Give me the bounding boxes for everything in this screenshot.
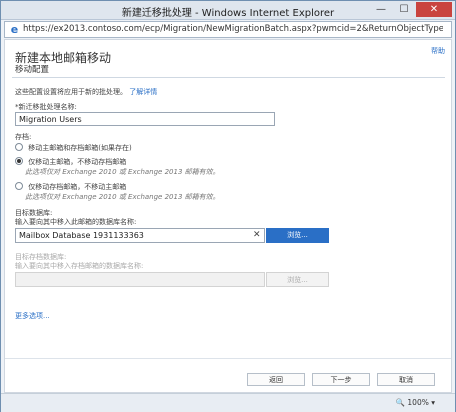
archive-db-input (15, 272, 265, 287)
close-button[interactable]: ✕ (416, 2, 452, 17)
radio-button-checked[interactable] (15, 157, 23, 165)
back-button[interactable]: 返回 (247, 373, 305, 386)
archive-db-hint: 输入要向其中移入存档邮箱的数据库名称: (15, 262, 144, 270)
radio-option-2[interactable]: 仅移动主邮箱，不移动存档邮箱 (15, 157, 126, 167)
status-bar: 🔍 100% ▾ (1, 393, 455, 412)
radio-option-2-note: 此选项仅对 Exchange 2010 或 Exchange 2013 邮箱有效… (25, 168, 220, 176)
target-db-browse-button[interactable]: 浏览... (266, 228, 329, 243)
more-options-link[interactable]: 更多选项... (15, 311, 50, 321)
radio-button[interactable] (15, 182, 23, 190)
footer-divider (5, 358, 451, 359)
address-bar[interactable]: e https://ex2013.contoso.com/ecp/Migrati… (4, 21, 452, 38)
address-url[interactable]: https://ex2013.contoso.com/ecp/Migration… (23, 24, 443, 34)
batch-name-label: *新迁移批处理名称: (15, 103, 77, 111)
help-link[interactable]: 帮助 (431, 46, 445, 56)
batch-name-input[interactable]: Migration Users (15, 112, 275, 126)
archive-db-browse-button: 浏览... (266, 272, 329, 287)
target-db-hint: 输入要向其中移入此邮箱的数据库名称: (15, 218, 137, 226)
clear-icon[interactable]: ✕ (253, 230, 261, 240)
next-button[interactable]: 下一步 (312, 373, 370, 386)
learn-more-link[interactable]: 了解详情 (129, 88, 157, 96)
archive-label: 存档: (15, 133, 32, 141)
maximize-button[interactable]: ☐ (393, 2, 415, 17)
radio-option-1-label: 移动主邮箱和存档邮箱(如果存在) (28, 144, 132, 152)
radio-button[interactable] (15, 143, 23, 151)
browser-window: 新建迁移批处理 - Windows Internet Explorer — ☐ … (0, 0, 456, 412)
ie-icon: e (10, 23, 19, 36)
intro-text: 这些配置设置将应用于新的批处理。 了解详情 (15, 87, 157, 97)
radio-option-2-label: 仅移动主邮箱，不移动存档邮箱 (28, 158, 127, 166)
minimize-button[interactable]: — (370, 2, 392, 17)
cancel-button[interactable]: 取消 (377, 373, 435, 386)
title-bar: 新建迁移批处理 - Windows Internet Explorer — ☐ … (1, 1, 455, 20)
radio-option-3-note: 此选项仅对 Exchange 2010 或 Exchange 2013 邮箱有效… (25, 193, 220, 201)
radio-option-3[interactable]: 仅移动存档邮箱，不移动主邮箱 (15, 182, 126, 192)
intro-label: 这些配置设置将应用于新的批处理。 (15, 88, 127, 96)
page-subtitle: 移动配置 (15, 65, 50, 75)
divider (12, 77, 445, 78)
radio-option-3-label: 仅移动存档邮箱，不移动主邮箱 (28, 183, 127, 191)
page-content: 帮助 新建本地邮箱移动 移动配置 这些配置设置将应用于新的批处理。 了解详情 *… (4, 39, 452, 393)
radio-option-1[interactable]: 移动主邮箱和存档邮箱(如果存在) (15, 143, 132, 153)
target-db-input[interactable]: Mailbox Database 1931133363 (15, 228, 265, 243)
zoom-control[interactable]: 🔍 100% ▾ (396, 398, 435, 407)
